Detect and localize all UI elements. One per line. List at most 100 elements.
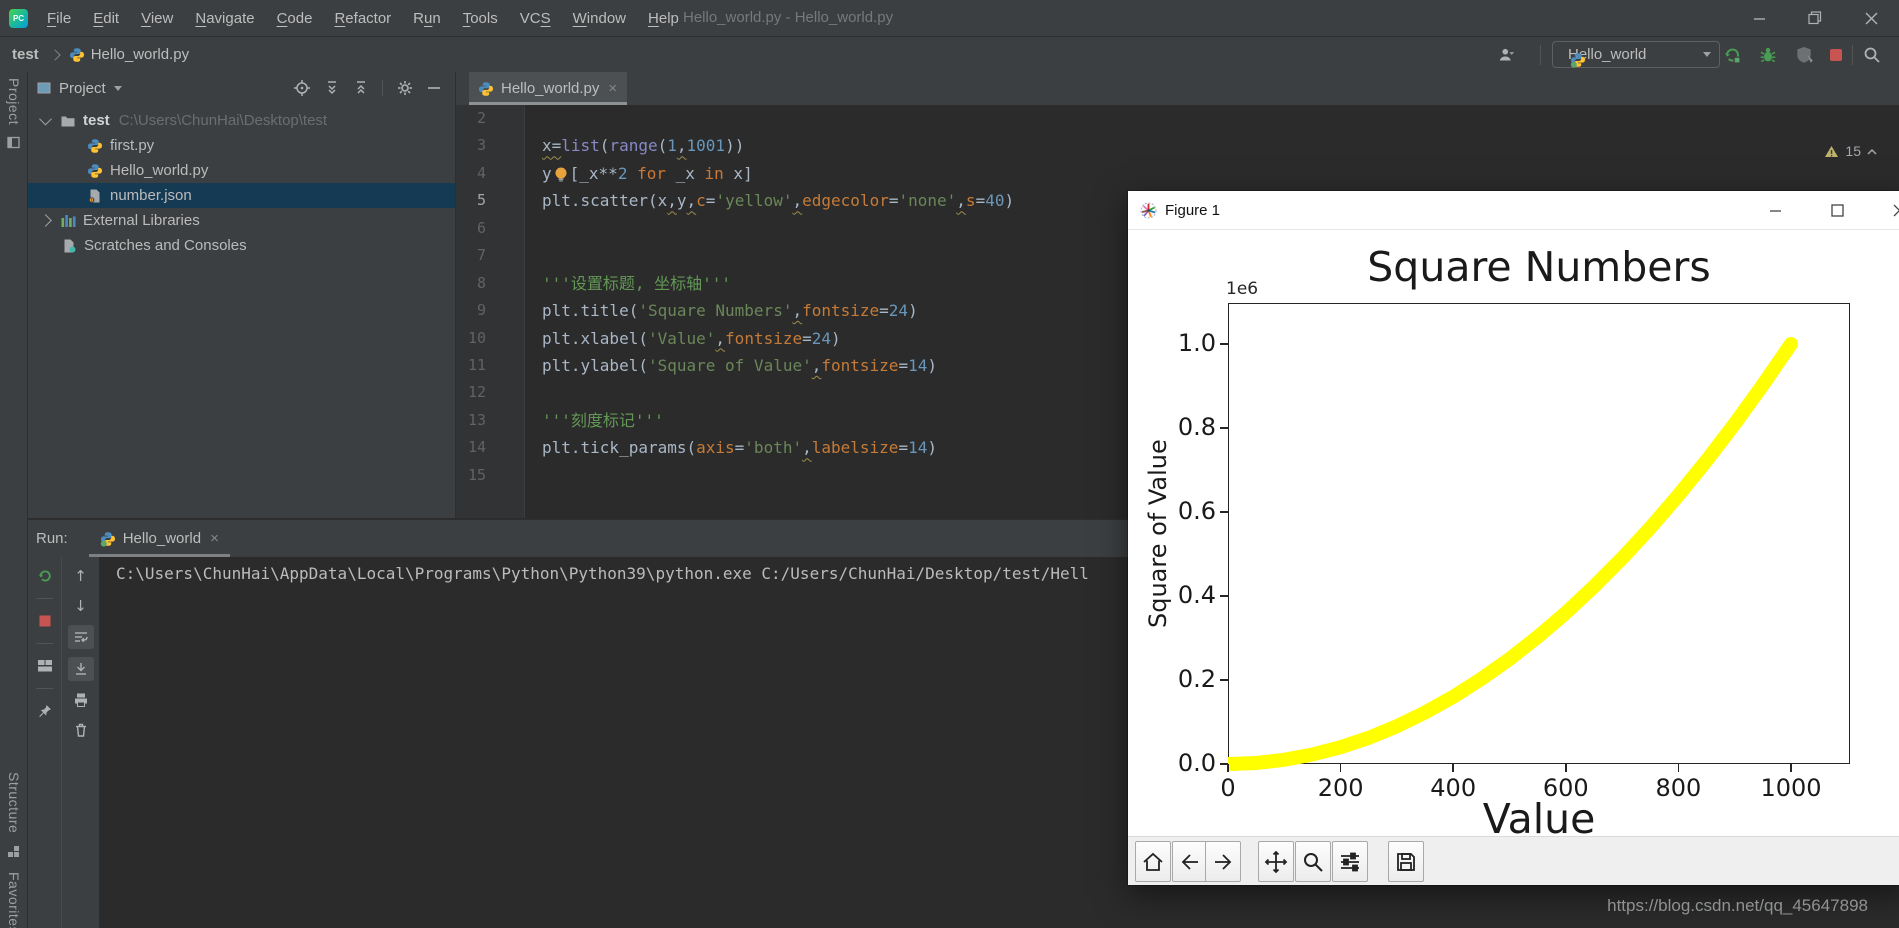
up-stack-trace-icon[interactable]: ↑ (70, 565, 92, 587)
project-panel-title[interactable]: Project (59, 80, 106, 97)
y-tick-mark (1220, 343, 1228, 345)
toolwindow-favorites-button[interactable]: Favorites (6, 872, 22, 928)
restore-layout-button[interactable] (34, 655, 56, 677)
expand-all-icon[interactable] (324, 80, 340, 96)
x-tick-mark (1452, 764, 1454, 772)
close-tab-icon[interactable]: × (608, 80, 617, 97)
run-tab-hello-world[interactable]: Hello_world × (88, 520, 230, 557)
py-icon (87, 138, 103, 154)
intention-bulb-icon[interactable] (553, 163, 569, 182)
clear-console-icon[interactable] (70, 719, 92, 741)
pin-icon[interactable] (34, 700, 56, 722)
menu-run[interactable]: Run (402, 1, 452, 36)
code-line-3: x=list(range(1,1001)) (542, 136, 745, 156)
toolwindow-project-button[interactable]: Project (6, 78, 22, 125)
editor-tab-hello-world[interactable]: Hello_world.py × (469, 72, 628, 105)
menu-code[interactable]: Code (266, 1, 324, 36)
tree-item-number-json[interactable]: number.json (28, 183, 455, 208)
matplotlib-logo-icon (1140, 202, 1157, 219)
scroll-to-end-toggle[interactable] (67, 657, 94, 681)
gear-icon[interactable] (396, 79, 414, 97)
x-tick-mark (1790, 764, 1792, 772)
stop-button[interactable] (1826, 45, 1846, 65)
debug-button[interactable] (1758, 45, 1778, 65)
pan-button[interactable] (1258, 841, 1294, 882)
x-tick-mark (1227, 764, 1229, 772)
project-panel-actions (293, 79, 455, 97)
breadcrumb-project[interactable]: test (12, 46, 39, 63)
menu-file[interactable]: File (36, 1, 82, 36)
menu-help[interactable]: Help (637, 1, 690, 36)
user-icon[interactable] (1498, 45, 1518, 65)
stop-button[interactable] (34, 610, 56, 632)
back-button[interactable] (1172, 841, 1208, 882)
configure-subplots-button[interactable] (1332, 841, 1368, 882)
editor-tab-bar: Hello_world.py × (456, 72, 1899, 105)
chevron-down-icon[interactable] (39, 112, 52, 126)
window-title: Hello_world.py - Hello_world.py (683, 9, 894, 26)
zoom-button[interactable] (1295, 841, 1331, 882)
toolbar-divider (1540, 45, 1541, 65)
menu-vcs[interactable]: VCS (509, 1, 562, 36)
menu-bar: PC File Edit View Navigate Code Refactor Run To… (0, 0, 1899, 37)
line-number: 12 (467, 383, 486, 402)
save-button[interactable] (1388, 841, 1424, 882)
tool-window-bar: Project Structure Favorites (0, 72, 28, 928)
figure-maximize-icon[interactable] (1814, 191, 1860, 229)
chevron-right-icon[interactable] (39, 214, 52, 227)
breadcrumb-file[interactable]: Hello_world.py (91, 46, 189, 63)
soft-wrap-toggle[interactable] (67, 625, 94, 649)
menu-edit[interactable]: Edit (82, 1, 130, 36)
matplotlib-figure-window[interactable]: Figure 1 Square Numbers 1e6 Square of Va… (1128, 191, 1899, 885)
toolwindow-structure-button[interactable]: Structure (6, 772, 22, 833)
csdn-watermark: https://blog.csdn.net/qq_45647898 (1607, 896, 1868, 915)
coverage-button[interactable] (1794, 45, 1814, 65)
hide-panel-icon[interactable] (427, 81, 441, 95)
close-tab-icon[interactable]: × (210, 530, 219, 547)
y-tick-mark (1220, 595, 1228, 597)
minimize-icon[interactable] (1731, 0, 1787, 36)
run-configuration-selector[interactable]: Hello_world (1552, 41, 1720, 68)
menu-refactor[interactable]: Refactor (323, 1, 402, 36)
forward-button[interactable] (1205, 841, 1241, 882)
tree-item-scratches-and-consoles[interactable]: Scratches and Consoles (28, 233, 455, 258)
tree-item-label: Scratches and Consoles (84, 237, 247, 254)
toolbar-divider (1852, 45, 1853, 65)
menu-view[interactable]: View (130, 1, 184, 36)
figure-title-bar[interactable]: Figure 1 (1128, 191, 1899, 230)
line-number: 13 (467, 410, 486, 429)
tree-item-external-libraries[interactable]: External Libraries (28, 208, 455, 233)
inspection-widget[interactable]: 15 (1824, 143, 1877, 159)
home-button[interactable] (1135, 841, 1171, 882)
run-button[interactable] (1722, 45, 1742, 65)
scratch-icon (61, 238, 77, 254)
restore-icon[interactable] (1787, 0, 1843, 36)
y-tick-mark (1220, 427, 1228, 429)
line-number: 2 (476, 109, 486, 127)
menu-navigate[interactable]: Navigate (184, 1, 265, 36)
print-icon[interactable] (70, 689, 92, 711)
tree-item-hello-world-py[interactable]: Hello_world.py (28, 158, 455, 183)
menu-tools[interactable]: Tools (452, 1, 509, 36)
run-panel-label: Run: (36, 530, 68, 547)
tree-item-first-py[interactable]: first.py (28, 133, 455, 158)
tree-item-test[interactable]: test C:\Users\ChunHai\Desktop\test (28, 108, 455, 133)
axis-offset-text: 1e6 (1226, 279, 1259, 299)
run-toolbar-left (28, 557, 62, 928)
rerun-button[interactable] (34, 565, 56, 587)
search-icon[interactable] (1862, 45, 1882, 65)
close-icon[interactable] (1843, 0, 1899, 36)
menu-window[interactable]: Window (562, 1, 637, 36)
chart-title: Square Numbers (1367, 243, 1711, 291)
down-stack-trace-icon[interactable]: ↓ (70, 595, 92, 617)
figure-minimize-icon[interactable] (1752, 191, 1798, 229)
locate-file-icon[interactable] (293, 79, 311, 97)
figure-close-icon[interactable] (1876, 191, 1899, 229)
pycharm-logo-icon: PC (9, 8, 28, 28)
navigation-bar: test Hello_world.py Hello_world (0, 37, 1899, 73)
chevron-up-icon (1867, 148, 1877, 155)
run-tab-label: Hello_world (122, 530, 202, 547)
y-tick-label: 0.6 (1177, 497, 1216, 525)
collapse-all-icon[interactable] (353, 80, 369, 96)
menu-items: File Edit View Navigate Code Refactor Run Tools… (36, 1, 690, 36)
